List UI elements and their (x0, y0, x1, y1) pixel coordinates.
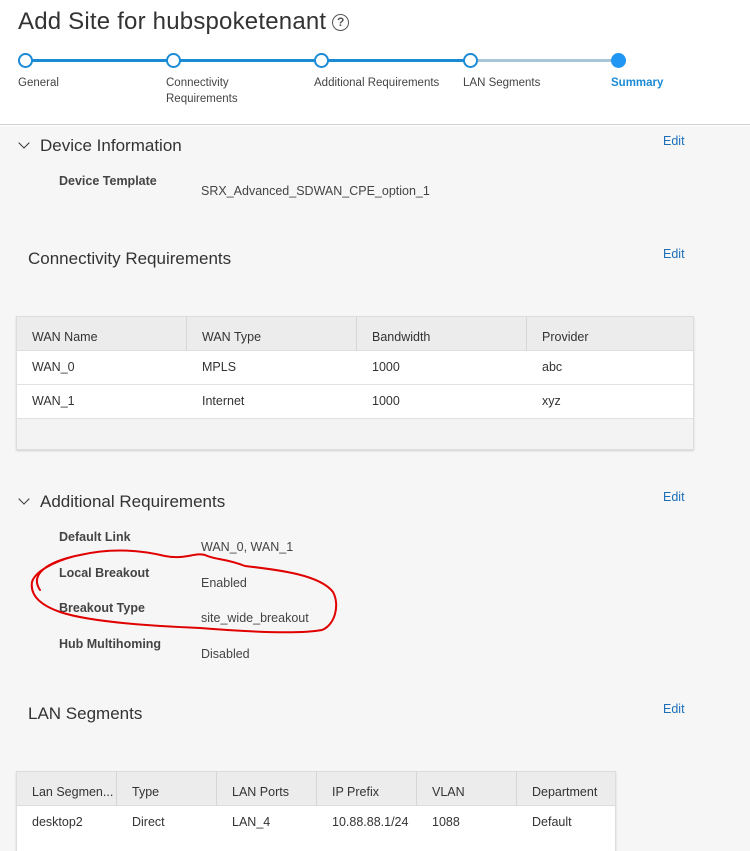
wan-table: WAN Name WAN Type Bandwidth Provider WAN… (16, 316, 694, 450)
chevron-down-icon[interactable] (18, 493, 30, 505)
default-link-value: WAN_0, WAN_1 (201, 540, 294, 554)
device-info-header[interactable]: Device Information (18, 136, 182, 156)
lan-cell: 1088 (432, 815, 460, 829)
wan-cell: MPLS (202, 360, 237, 374)
lan-col-ports[interactable]: LAN Ports (217, 772, 317, 806)
lan-table: Lan Segmen... Type LAN Ports IP Prefix V… (16, 771, 616, 851)
device-info-edit-link[interactable]: Edit (663, 134, 685, 148)
device-template-value: SRX_Advanced_SDWAN_CPE_option_1 (201, 184, 430, 198)
additional-header[interactable]: Additional Requirements (18, 492, 226, 512)
lan-cell: LAN_4 (232, 815, 271, 829)
device-template-label: Device Template (59, 174, 157, 188)
device-info-heading: Device Information (40, 136, 182, 155)
connectivity-heading: Connectivity Requirements (28, 249, 232, 268)
step-label-general[interactable]: General (18, 75, 138, 91)
default-link-label: Default Link (59, 530, 131, 544)
lan-col-type[interactable]: Type (117, 772, 217, 806)
step-label-additional[interactable]: Additional Requirements (314, 75, 454, 91)
progress-fill-pending (470, 59, 618, 62)
lan-cell: Default (532, 815, 572, 829)
lan-table-header: Lan Segmen... Type LAN Ports IP Prefix V… (17, 772, 615, 806)
help-icon[interactable]: ? (332, 14, 350, 31)
progress-fill (26, 59, 470, 62)
wan-col-name[interactable]: WAN Name (17, 317, 187, 351)
wan-col-type[interactable]: WAN Type (187, 317, 357, 351)
wan-cell: xyz (542, 394, 561, 408)
wan-cell: WAN_1 (32, 394, 75, 408)
wan-cell: Internet (202, 394, 245, 408)
lan-cell: 10.88.88.1/24 (332, 815, 409, 829)
step-dot-general[interactable] (18, 53, 33, 68)
step-label-connectivity[interactable]: Connectivity Requirements (166, 75, 256, 107)
wan-cell: WAN_0 (32, 360, 75, 374)
hub-multihoming-label: Hub Multihoming (59, 637, 162, 651)
wan-cell: 1000 (372, 360, 400, 374)
step-dot-lan-segments[interactable] (463, 53, 478, 68)
additional-edit-link[interactable]: Edit (663, 490, 685, 504)
local-breakout-value: Enabled (201, 576, 247, 590)
step-label-summary[interactable]: Summary (611, 75, 711, 91)
step-dot-connectivity[interactable] (166, 53, 181, 68)
step-dot-additional[interactable] (314, 53, 329, 68)
wan-cell: abc (542, 360, 563, 374)
lan-cell: desktop2 (32, 815, 83, 829)
table-row[interactable]: WAN_0 MPLS 1000 abc (17, 351, 693, 385)
lan-col-department[interactable]: Department (517, 772, 615, 806)
additional-heading: Additional Requirements (40, 492, 226, 511)
step-dot-summary[interactable] (611, 53, 626, 68)
wan-col-provider[interactable]: Provider (527, 317, 693, 351)
wan-table-header: WAN Name WAN Type Bandwidth Provider (17, 317, 693, 351)
wan-cell: 1000 (372, 394, 400, 408)
connectivity-edit-link[interactable]: Edit (663, 247, 685, 261)
lan-col-segment[interactable]: Lan Segmen... (17, 772, 117, 806)
page-title-text: Add Site for hubspoketenant (18, 8, 327, 35)
hub-multihoming-value: Disabled (201, 647, 250, 661)
breakout-type-value: site_wide_breakout (201, 611, 309, 625)
lan-col-ip-prefix[interactable]: IP Prefix (317, 772, 417, 806)
lan-segments-heading: LAN Segments (28, 704, 143, 723)
page-title: Add Site for hubspoketenant? (18, 8, 350, 36)
lan-segments-edit-link[interactable]: Edit (663, 702, 685, 716)
page-header: Add Site for hubspoketenant? General Con… (0, 0, 750, 125)
summary-content[interactable]: Device Information Edit Device Template … (0, 126, 750, 851)
chevron-down-icon[interactable] (18, 137, 30, 149)
local-breakout-label: Local Breakout (59, 566, 150, 580)
breakout-type-label: Breakout Type (59, 601, 145, 615)
step-label-lan-segments[interactable]: LAN Segments (463, 75, 583, 91)
table-row[interactable]: WAN_1 Internet 1000 xyz (17, 385, 693, 419)
wan-col-bandwidth[interactable]: Bandwidth (357, 317, 527, 351)
table-row[interactable]: desktop2 Direct LAN_4 10.88.88.1/24 1088… (17, 806, 615, 840)
lan-cell: Direct (132, 815, 165, 829)
wan-table-footer (17, 419, 693, 449)
lan-col-vlan[interactable]: VLAN (417, 772, 517, 806)
